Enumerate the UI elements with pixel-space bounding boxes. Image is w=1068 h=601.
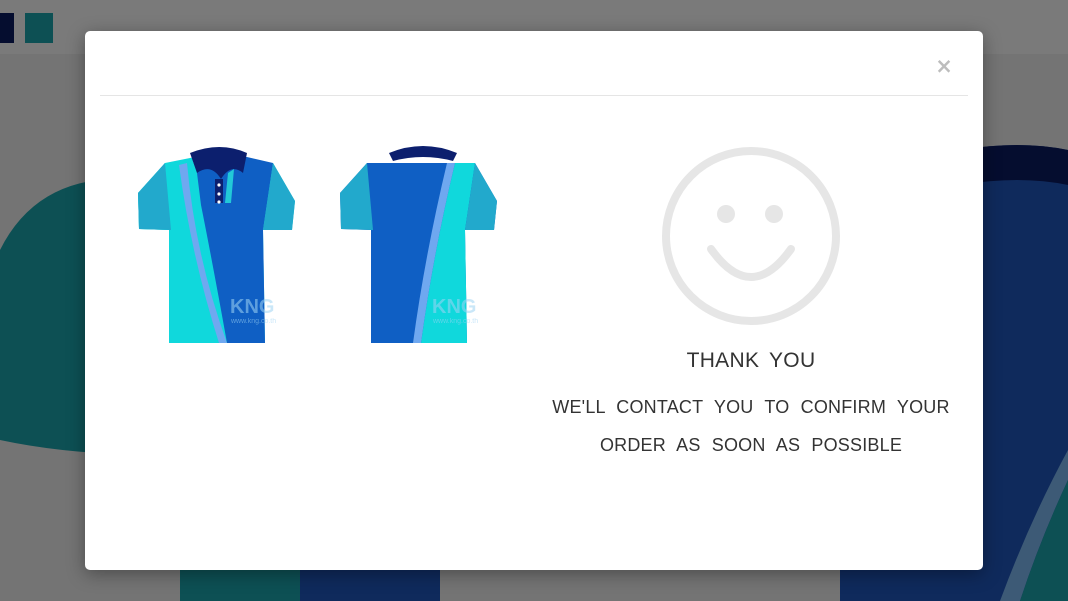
watermark-url: www.kng.co.th <box>432 318 478 325</box>
shirt-back-image: KNG www.kng.co.th <box>340 146 497 343</box>
close-button[interactable]: × <box>934 55 954 77</box>
smiley-face-icon <box>662 147 840 325</box>
watermark-logo: KNG <box>230 296 274 318</box>
confirmation-message-line-2: ORDER AS SOON AS POSSIBLE <box>599 435 903 455</box>
shirt-front-image: KNG www.kng.co.th <box>138 147 295 343</box>
watermark-url: www.kng.co.th <box>230 318 276 325</box>
order-confirmation-modal: × KNG www.kng.co.th KNG www.kng.co.th TH… <box>85 31 983 570</box>
thank-you-heading: THANK YOU <box>686 349 816 372</box>
modal-header: × <box>100 31 968 96</box>
watermark-logo: KNG <box>432 296 476 318</box>
confirmation-message-line-1: WE'LL CONTACT YOU TO CONFIRM YOUR <box>552 397 950 417</box>
